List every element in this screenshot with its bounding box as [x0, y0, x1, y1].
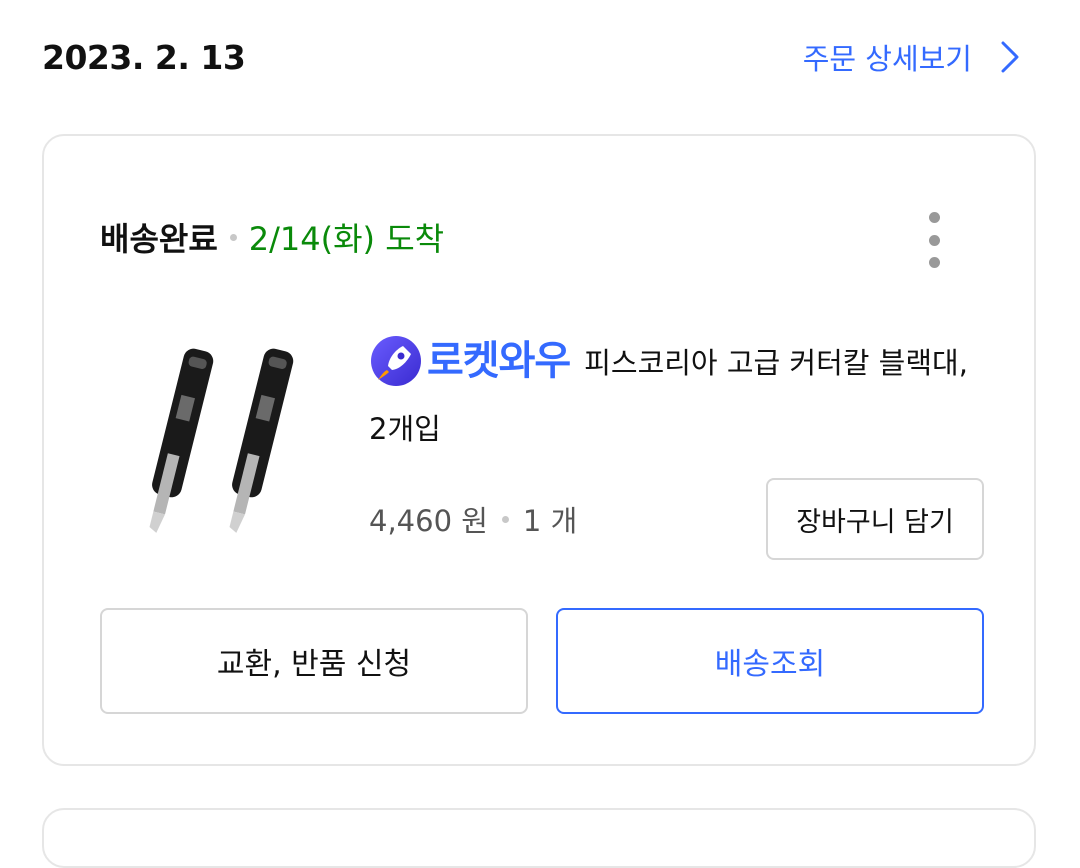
- product-title-block[interactable]: 로켓와우 피스코리아 고급 커터칼 블랙대, 2개입: [369, 331, 969, 461]
- delivery-status-row: 배송완료 2/14(화) 도착: [100, 214, 444, 260]
- separator-dot: [229, 233, 237, 241]
- next-order-card: [42, 808, 1036, 868]
- price-row: 4,460 원 1 개: [369, 498, 577, 540]
- order-detail-link[interactable]: 주문 상세보기: [803, 36, 1020, 78]
- separator-dot: [501, 515, 509, 523]
- rocket-icon: [371, 336, 421, 386]
- arrival-date: 2/14(화) 도착: [248, 220, 445, 258]
- track-delivery-button[interactable]: 배송조회: [556, 608, 984, 714]
- more-options-icon[interactable]: [922, 212, 946, 268]
- order-card: 배송완료 2/14(화) 도착 로켓와우 피스코리아 고급 커터칼 블랙대, 2…: [42, 134, 1036, 766]
- exchange-return-button[interactable]: 교환, 반품 신청: [100, 608, 528, 714]
- order-date: 2023. 2. 13: [42, 38, 246, 77]
- product-quantity: 1 개: [522, 504, 578, 538]
- chevron-right-icon: [1001, 41, 1019, 73]
- rocket-wow-label: 로켓와우: [427, 338, 571, 384]
- delivery-status: 배송완료: [100, 220, 218, 258]
- product-price: 4,460 원: [369, 504, 488, 538]
- order-detail-label: 주문 상세보기: [802, 42, 972, 76]
- add-to-cart-button[interactable]: 장바구니 담기: [766, 478, 984, 560]
- rocket-wow-badge: 로켓와우: [369, 329, 571, 393]
- product-image[interactable]: [120, 336, 320, 556]
